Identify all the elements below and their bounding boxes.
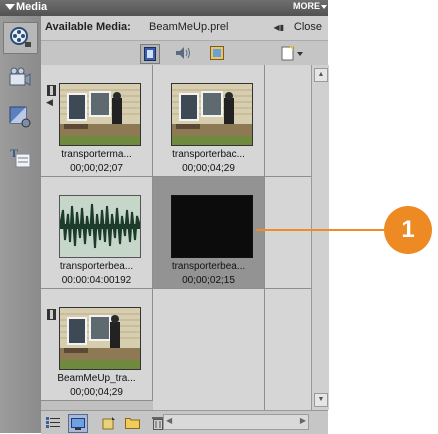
effects-icon (9, 106, 30, 128)
show-video-button[interactable] (140, 44, 160, 64)
rail-media-button[interactable] (3, 22, 38, 54)
media-panel: Media MORE T Available Media: BeamMeUp.p… (0, 0, 329, 434)
filter-bar (41, 41, 328, 65)
more-button[interactable]: MORE (293, 1, 320, 11)
media-header: Available Media: BeamMeUp.prel ◀▮ Close (41, 16, 328, 41)
video-icon (144, 47, 156, 61)
audio-waveform-thumbnail (59, 195, 141, 258)
bin-icon (102, 416, 115, 429)
empty-cell (265, 65, 312, 177)
empty-cell (265, 289, 312, 411)
clip-duration: 00;00;02;15 (182, 275, 235, 286)
clip-thumbnail (171, 83, 253, 146)
clip-name: transporterbea... (59, 261, 134, 272)
close-button[interactable]: Close (294, 21, 322, 33)
media-grid: ◀ transporterma... 00;00;02;07 transport… (41, 65, 312, 411)
clip-name: transporterbea... (171, 261, 246, 272)
clip-thumbnail (171, 195, 253, 258)
list-view-icon (46, 416, 60, 428)
icon-view-icon (71, 417, 85, 430)
new-folder-button[interactable] (123, 414, 141, 431)
new-item-icon (281, 46, 303, 61)
film-icon (47, 307, 56, 325)
clip-thumbnail (59, 307, 141, 370)
vertical-scrollbar[interactable]: ▲ ▼ (311, 65, 329, 410)
audio-icon (176, 47, 190, 59)
panel-titlebar: Media MORE (0, 0, 328, 16)
callout-leader-line (256, 229, 384, 231)
side-rail: T (0, 16, 41, 433)
scroll-down-arrow-icon[interactable]: ▼ (314, 393, 328, 407)
media-icon (9, 27, 31, 47)
image-icon (210, 46, 224, 60)
callout-badge: 1 (384, 206, 432, 254)
clip-name: transporterma... (61, 149, 132, 160)
media-item[interactable]: transporterbea... 00:00:04:00192 (41, 177, 153, 289)
panel-title: Media (16, 1, 48, 13)
collapse-triangle-icon[interactable] (5, 4, 15, 10)
show-images-button[interactable] (208, 44, 226, 62)
clip-duration: 00:00:04:00192 (61, 275, 132, 286)
show-audio-button[interactable] (174, 44, 192, 62)
rail-effects-button[interactable] (3, 102, 36, 132)
clip-duration: 00;00;04;29 (70, 387, 123, 398)
empty-cell (265, 177, 312, 289)
clip-thumbnail (59, 83, 141, 146)
movie-icon (9, 67, 30, 86)
list-view-button[interactable] (44, 414, 62, 431)
new-item-button[interactable] (280, 44, 306, 62)
scroll-up-arrow-icon[interactable]: ▲ (314, 68, 328, 82)
media-item[interactable]: BeamMeUp_tra... 00;00;04;29 (41, 289, 153, 401)
media-item-selected[interactable]: transporterbea... 00;00;02;15 (153, 177, 265, 289)
scroll-left-arrow-icon[interactable]: ◀ (166, 416, 172, 425)
media-item[interactable]: transporterbac... 00;00;04;29 (153, 65, 265, 177)
icon-view-button[interactable] (68, 414, 88, 433)
clip-name: transporterbac... (172, 149, 245, 160)
horizontal-scrollbar[interactable]: ◀ ▶ (163, 414, 309, 430)
more-dropdown-icon[interactable] (321, 5, 327, 9)
empty-cell (153, 289, 265, 411)
media-item[interactable]: ◀ transporterma... 00;00;02;07 (41, 65, 153, 177)
clip-duration: 00;00;04;29 (182, 163, 235, 174)
speaker-icon: ◀ (46, 97, 53, 107)
titles-icon: T (10, 146, 30, 168)
project-file-name: BeamMeUp.prel (149, 21, 229, 33)
clip-duration: 00;00;02;07 (70, 163, 123, 174)
close-arrow-icon[interactable]: ◀▮ (273, 23, 284, 32)
available-media-label: Available Media: (45, 21, 131, 33)
scroll-right-arrow-icon[interactable]: ▶ (300, 416, 306, 425)
clip-name: BeamMeUp_tra... (57, 373, 136, 384)
rail-movie-button[interactable] (3, 62, 36, 92)
bin-button[interactable] (100, 414, 118, 431)
folder-icon (124, 418, 140, 429)
rail-titles-button[interactable]: T (3, 142, 36, 172)
